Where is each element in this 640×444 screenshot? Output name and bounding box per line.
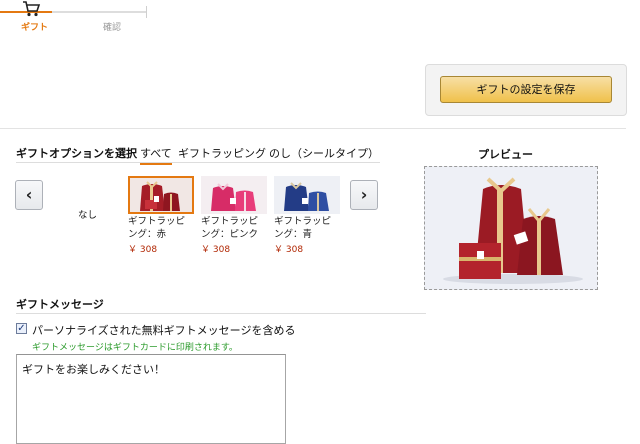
- option-wrap-pink[interactable]: ギフトラッピング：ピンク ￥ 308: [201, 176, 267, 255]
- step-gift-label: ギフト: [21, 23, 49, 33]
- include-message-checkbox[interactable]: ✓: [16, 323, 27, 334]
- checkmark-icon: ✓: [17, 323, 26, 334]
- tabs-underline: [16, 162, 380, 163]
- option-none-label: なし: [78, 210, 98, 221]
- gift-message-divider: [16, 313, 426, 314]
- gift-message-text: ギフトをお楽しみください！: [22, 363, 165, 376]
- carousel-prev-button[interactable]: ‹: [15, 180, 43, 210]
- gift-message-hint: ギフトメッセージはギフトカードに印刷されます。: [32, 343, 238, 353]
- save-panel: ギフトの設定を保存: [425, 64, 627, 116]
- option-wrap-pink-price: ￥ 308: [201, 245, 231, 255]
- option-wrap-pink-label: ギフトラッピング：ピンク: [201, 216, 259, 240]
- option-wrap-blue-price: ￥ 308: [274, 245, 304, 255]
- tab-noshi[interactable]: のし（シールタイプ）: [269, 145, 379, 161]
- gift-options-title: ギフトオプションを選択: [16, 147, 137, 160]
- option-wrap-red-thumbnail[interactable]: [128, 176, 194, 214]
- gift-message-title: ギフトメッセージ: [16, 298, 104, 311]
- option-wrap-pink-thumbnail[interactable]: [201, 176, 267, 214]
- section-divider: [0, 128, 626, 129]
- stepper-progress-track: [52, 11, 146, 13]
- chevron-right-icon: ›: [360, 185, 368, 204]
- cart-icon: [22, 0, 42, 22]
- stepper-end-tick: [146, 6, 147, 18]
- step-confirm-label: 確認: [103, 23, 122, 33]
- option-none[interactable]: なし: [78, 208, 104, 222]
- include-message-label[interactable]: パーソナライズされた無料ギフトメッセージを含める: [32, 322, 295, 338]
- save-gift-settings-button[interactable]: ギフトの設定を保存: [440, 76, 612, 103]
- preview-title: プレビュー: [478, 148, 533, 161]
- option-wrap-blue-thumbnail[interactable]: [274, 176, 340, 214]
- tab-gift-wrapping[interactable]: ギフトラッピング: [178, 145, 266, 161]
- option-wrap-red-price: ￥ 308: [128, 245, 158, 255]
- preview-image: [424, 166, 598, 290]
- chevron-left-icon: ‹: [25, 185, 33, 204]
- option-wrap-red-label: ギフトラッピング：赤: [128, 216, 186, 240]
- option-wrap-red[interactable]: ギフトラッピング：赤 ￥ 308: [128, 176, 194, 255]
- option-wrap-blue[interactable]: ギフトラッピング：青 ￥ 308: [274, 176, 340, 255]
- carousel-next-button[interactable]: ›: [350, 180, 378, 210]
- option-wrap-blue-label: ギフトラッピング：青: [274, 216, 332, 240]
- gift-message-textarea[interactable]: ギフトをお楽しみください！: [16, 354, 286, 444]
